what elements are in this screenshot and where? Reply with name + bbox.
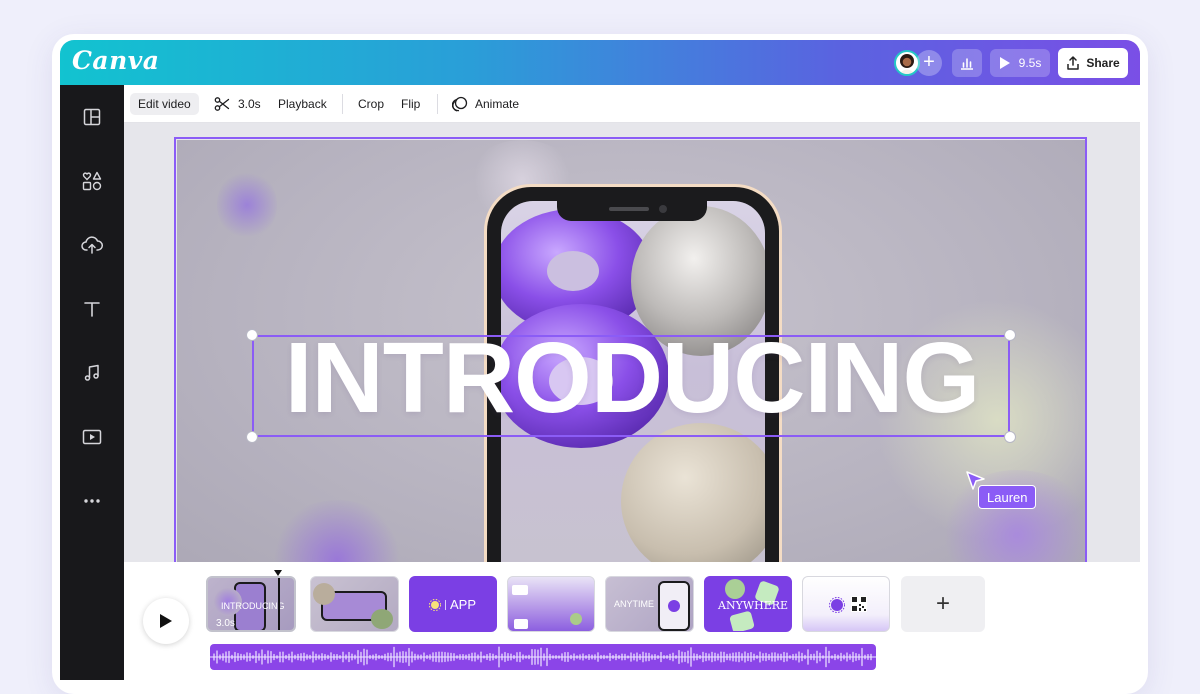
qr-code-icon bbox=[851, 596, 867, 612]
resize-handle-top-left[interactable] bbox=[246, 329, 258, 341]
invite-collaborator-button[interactable]: + bbox=[916, 50, 942, 76]
clip-thumbnail-shape bbox=[313, 583, 335, 605]
toolbar-divider bbox=[437, 94, 438, 114]
more-apps-icon[interactable] bbox=[80, 489, 104, 513]
badge-icon bbox=[829, 597, 845, 613]
resize-handle-bottom-right[interactable] bbox=[1004, 431, 1016, 443]
audio-track[interactable] bbox=[210, 644, 876, 670]
clip-thumbnail-shape bbox=[570, 613, 582, 625]
elements-icon[interactable] bbox=[80, 169, 104, 193]
playhead[interactable] bbox=[278, 578, 280, 630]
design-panel-icon[interactable] bbox=[80, 105, 104, 129]
clip-thumbnail-card bbox=[512, 585, 528, 595]
share-label: Share bbox=[1086, 56, 1120, 70]
clip-title: APP bbox=[450, 597, 477, 612]
scissors-icon bbox=[214, 97, 230, 111]
animate-icon bbox=[452, 96, 468, 112]
top-bar: Canva + 9.5s Share bbox=[60, 40, 1140, 85]
toolbar-divider bbox=[342, 94, 343, 114]
editor-app: Canva + 9.5s Share Edit video 3.0s Playb… bbox=[60, 40, 1140, 680]
clip-duration: 3.0s bbox=[216, 618, 235, 629]
canva-logo[interactable]: Canva bbox=[72, 46, 160, 75]
text-selection-box[interactable] bbox=[252, 335, 1010, 437]
bar-chart-icon bbox=[961, 58, 973, 70]
edit-video-button[interactable]: Edit video bbox=[130, 93, 199, 115]
sun-badge-icon bbox=[429, 599, 441, 611]
insights-button[interactable] bbox=[952, 49, 982, 77]
side-rail bbox=[60, 85, 124, 680]
music-note-icon[interactable] bbox=[80, 361, 104, 385]
clip-divider bbox=[445, 600, 446, 610]
timeline-play-button[interactable] bbox=[143, 598, 189, 644]
trim-duration: 3.0s bbox=[238, 97, 261, 111]
playhead-marker[interactable] bbox=[274, 570, 282, 576]
resize-handle-bottom-left[interactable] bbox=[246, 431, 258, 443]
timeline-clip-1[interactable]: INTRODUCING 3.0s bbox=[206, 576, 296, 632]
clip-title: INTRODUCING bbox=[221, 601, 285, 611]
text-tool-icon[interactable] bbox=[80, 297, 104, 321]
crop-button[interactable]: Crop bbox=[358, 93, 384, 115]
flip-button[interactable]: Flip bbox=[401, 93, 420, 115]
audio-waveform bbox=[210, 646, 876, 668]
timeline-clip-7[interactable] bbox=[802, 576, 890, 632]
timeline-clip-3[interactable]: APP bbox=[409, 576, 497, 632]
share-button[interactable]: Share bbox=[1058, 48, 1128, 78]
clip-title: ANYTIME bbox=[614, 599, 655, 609]
play-icon bbox=[999, 57, 1010, 69]
timeline-clip-6[interactable]: ANYWHERE bbox=[704, 576, 792, 632]
clip-thumbnail-card bbox=[514, 619, 528, 629]
cloud-upload-icon[interactable] bbox=[80, 233, 104, 257]
clip-thumbnail-shape bbox=[729, 610, 755, 631]
timeline-clip-2[interactable] bbox=[310, 576, 399, 632]
present-play-button[interactable]: 9.5s bbox=[990, 49, 1050, 77]
total-duration: 9.5s bbox=[1018, 56, 1042, 70]
timeline-clip-5[interactable]: ANYTIME bbox=[605, 576, 694, 632]
context-toolbar: Edit video 3.0s Playback Crop Flip Anima… bbox=[124, 85, 1140, 123]
play-icon bbox=[160, 614, 172, 628]
animate-label: Animate bbox=[475, 97, 520, 111]
clip-thumbnail-phone bbox=[658, 581, 690, 631]
clip-title: ANYWHERE bbox=[718, 599, 789, 612]
animate-button[interactable]: Animate bbox=[452, 93, 519, 115]
upload-share-icon bbox=[1067, 56, 1080, 70]
timeline-panel: INTRODUCING 3.0s APP ANYTIME ANYWHERE + bbox=[124, 562, 1140, 680]
resize-handle-top-right[interactable] bbox=[1004, 329, 1016, 341]
add-page-button[interactable]: + bbox=[901, 576, 985, 632]
badge-icon bbox=[668, 600, 680, 612]
clip-thumbnail-shape bbox=[725, 579, 745, 599]
playback-button[interactable]: Playback bbox=[278, 93, 327, 115]
trim-button[interactable]: 3.0s bbox=[214, 93, 261, 115]
timeline-clip-4[interactable] bbox=[507, 576, 595, 632]
video-icon[interactable] bbox=[80, 425, 104, 449]
clip-thumbnail-shape bbox=[371, 609, 393, 629]
